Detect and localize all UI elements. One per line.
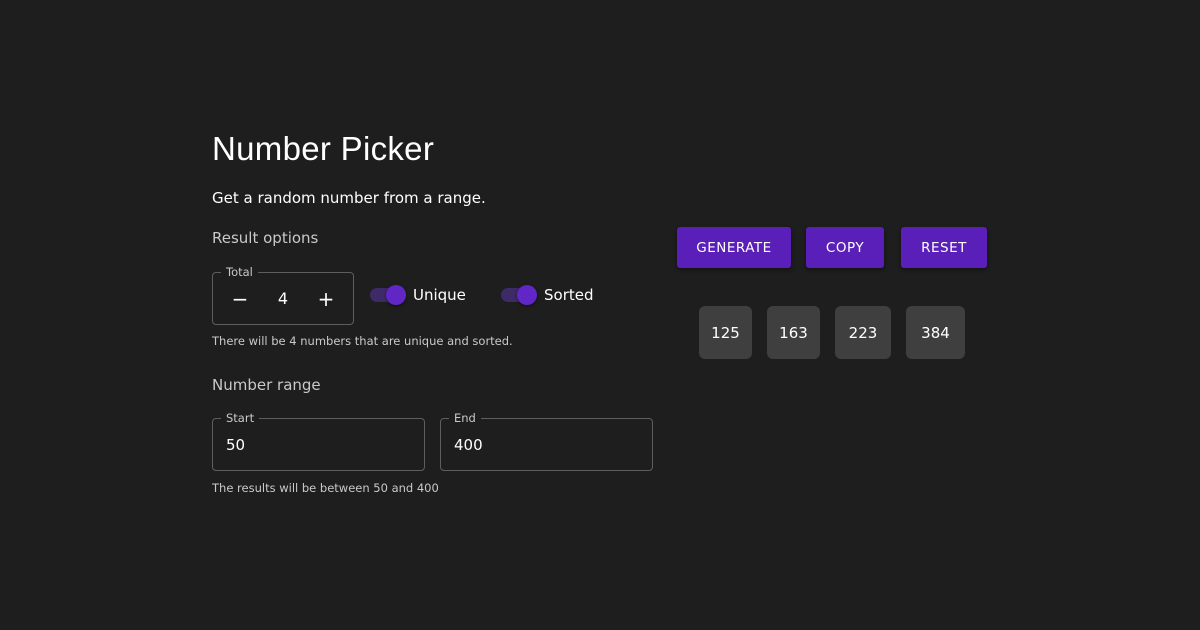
result-chip: 125 bbox=[699, 306, 752, 359]
total-label: Total bbox=[221, 265, 258, 279]
result-options-helper: There will be 4 numbers that are unique … bbox=[212, 334, 513, 348]
reset-button[interactable]: RESET bbox=[901, 227, 987, 268]
page-title: Number Picker bbox=[212, 130, 435, 167]
end-value[interactable]: 400 bbox=[454, 436, 483, 454]
page-subtitle: Get a random number from a range. bbox=[212, 189, 486, 207]
total-stepper: Total − 4 + bbox=[212, 265, 354, 325]
result-chip: 223 bbox=[835, 306, 891, 359]
generate-button[interactable]: GENERATE bbox=[677, 227, 791, 268]
unique-toggle[interactable]: Unique bbox=[370, 285, 466, 305]
result-chip: 384 bbox=[906, 306, 965, 359]
number-range-heading: Number range bbox=[212, 376, 321, 394]
result-options-heading: Result options bbox=[212, 229, 319, 247]
total-value[interactable]: 4 bbox=[278, 289, 288, 308]
increment-button[interactable]: + bbox=[317, 289, 335, 309]
start-value[interactable]: 50 bbox=[226, 436, 245, 454]
sorted-switch-thumb bbox=[517, 285, 537, 305]
unique-switch[interactable] bbox=[370, 285, 406, 305]
unique-switch-thumb bbox=[386, 285, 406, 305]
sorted-toggle[interactable]: Sorted bbox=[501, 285, 594, 305]
copy-button[interactable]: COPY bbox=[806, 227, 884, 268]
unique-label: Unique bbox=[413, 286, 466, 304]
end-field[interactable]: End 400 bbox=[440, 411, 653, 471]
decrement-button[interactable]: − bbox=[231, 289, 249, 309]
start-label: Start bbox=[221, 411, 260, 425]
start-field[interactable]: Start 50 bbox=[212, 411, 425, 471]
sorted-switch[interactable] bbox=[501, 285, 537, 305]
sorted-label: Sorted bbox=[544, 286, 594, 304]
result-chip: 163 bbox=[767, 306, 820, 359]
number-range-helper: The results will be between 50 and 400 bbox=[212, 481, 439, 495]
end-label: End bbox=[449, 411, 481, 425]
